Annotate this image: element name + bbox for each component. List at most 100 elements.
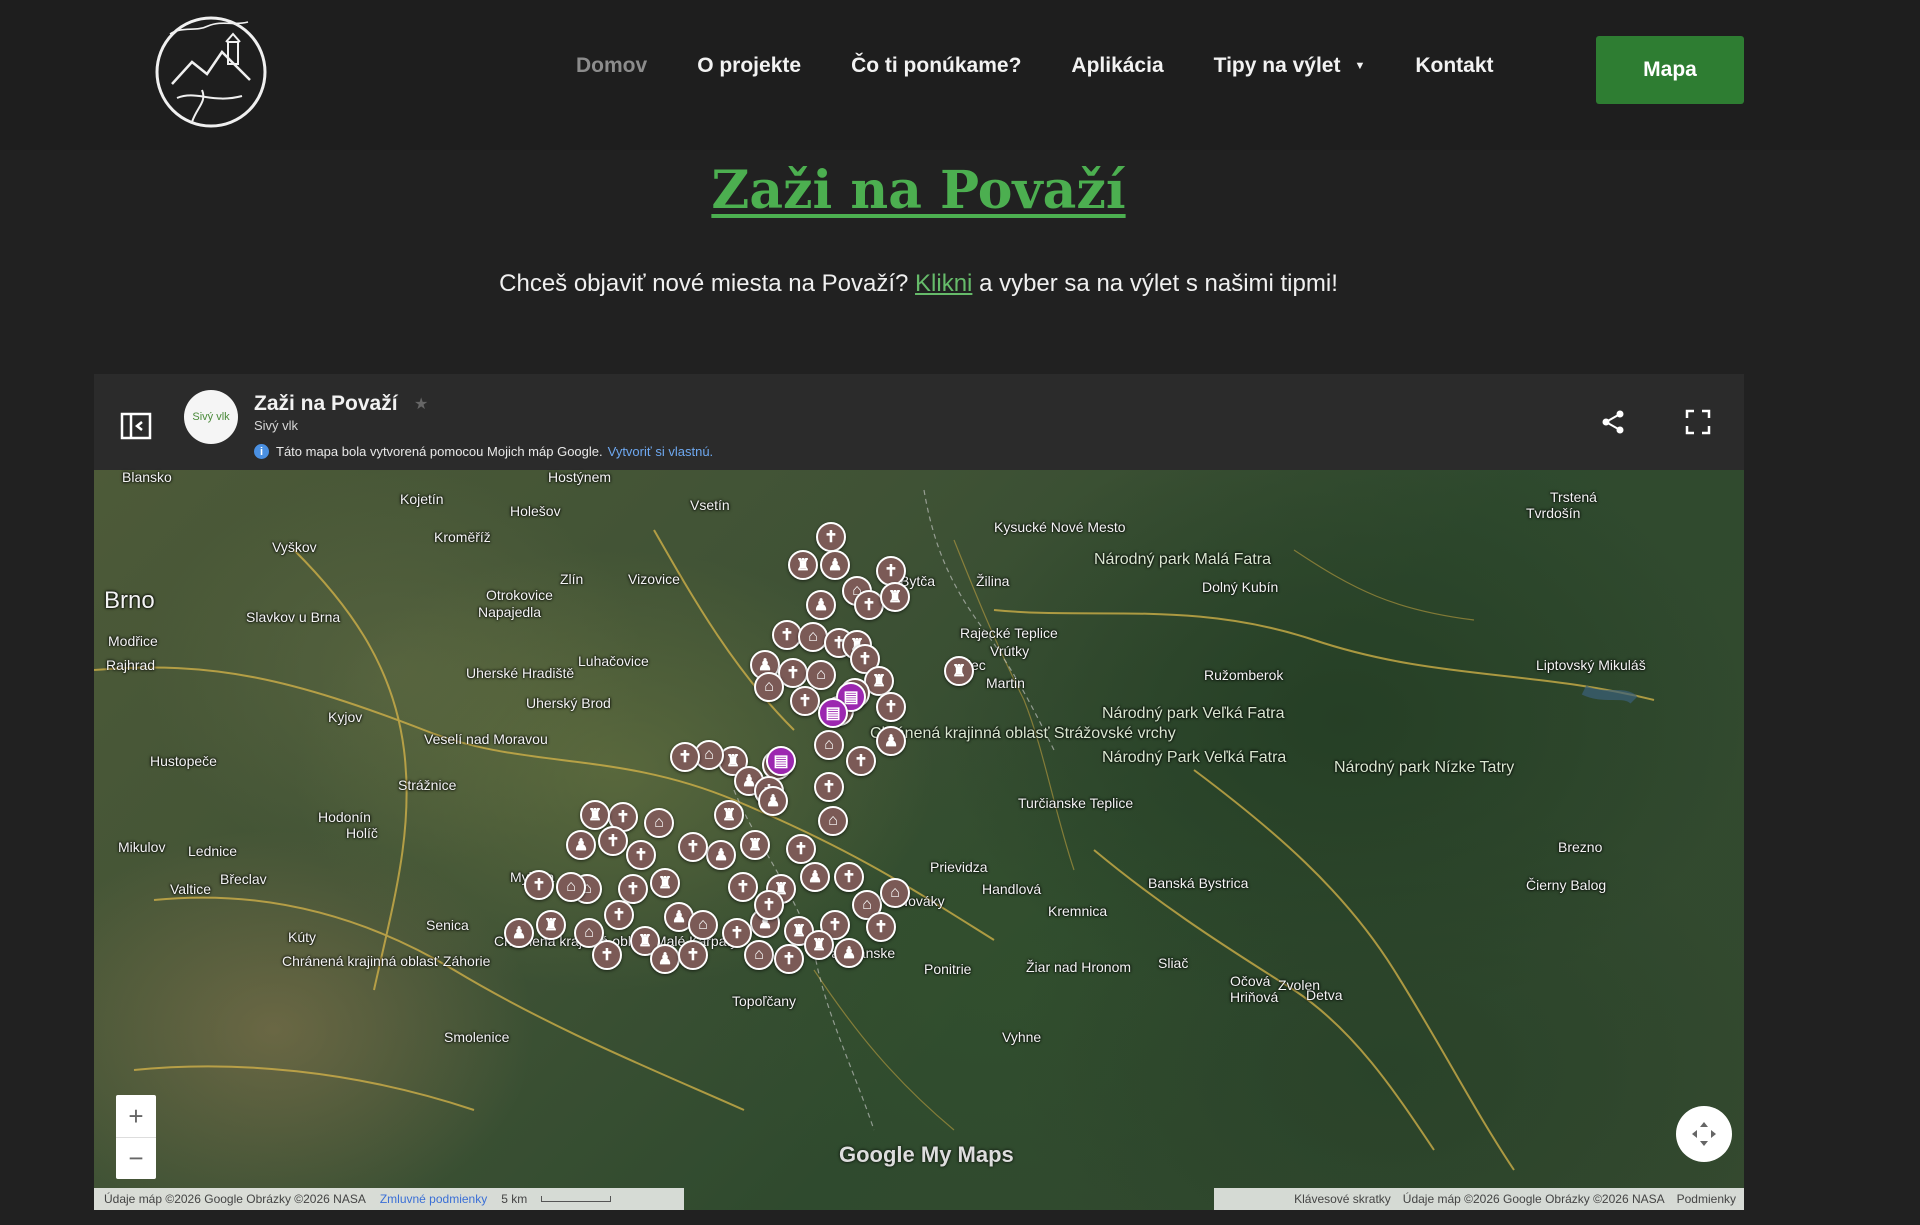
place-label: Handlová: [982, 881, 1042, 897]
nav-item-co-ti-ponukame[interactable]: Čo ti ponúkame?: [851, 54, 1021, 78]
poi-marker[interactable]: ✝: [678, 832, 708, 862]
embed-map-title[interactable]: Zaži na Považí: [254, 392, 398, 416]
place-label: Čierny Balog: [1526, 877, 1607, 893]
satellite-map[interactable]: Blansko Kojetín Holešov Hostýnem Vsetín Trste…: [94, 470, 1744, 1210]
nav-item-aplikacia[interactable]: Aplikácia: [1071, 54, 1163, 78]
poi-marker[interactable]: ♟: [504, 918, 534, 948]
poi-marker[interactable]: ✝: [814, 772, 844, 802]
poi-marker[interactable]: ♟: [834, 938, 864, 968]
poi-marker[interactable]: ♟: [758, 786, 788, 816]
poi-marker[interactable]: ♟: [876, 726, 906, 756]
site-header: Domov O projekte Čo ti ponúkame? Aplikác…: [0, 0, 1920, 150]
poi-marker[interactable]: ⌂: [644, 808, 674, 838]
place-label: Uherské Hradiště: [466, 665, 575, 681]
poi-marker[interactable]: ✝: [754, 890, 784, 920]
nav-item-o-projekte[interactable]: O projekte: [697, 54, 801, 78]
place-label: Sliač: [1158, 955, 1189, 971]
nav-item-domov[interactable]: Domov: [576, 54, 647, 78]
poi-marker[interactable]: ✝: [846, 746, 876, 776]
poi-marker[interactable]: ✝: [678, 940, 708, 970]
poi-marker[interactable]: ⌂: [744, 940, 774, 970]
poi-marker[interactable]: ⌂: [754, 672, 784, 702]
place-label: Chránená krajinná oblasť Strážovské vrch…: [870, 725, 1176, 742]
poi-marker[interactable]: ♟: [706, 840, 736, 870]
place-label: Chránená krajinná oblasť Záhorie: [282, 953, 491, 969]
poi-marker[interactable]: ♜: [650, 868, 680, 898]
star-icon[interactable]: ★: [414, 394, 428, 414]
poi-marker[interactable]: ♜: [944, 656, 974, 686]
poi-marker[interactable]: ✝: [524, 870, 554, 900]
poi-marker[interactable]: ✝: [598, 826, 628, 856]
embed-map-author: Sivý vlk: [254, 418, 299, 433]
recenter-button[interactable]: [1676, 1106, 1732, 1162]
poi-marker[interactable]: ✝: [670, 742, 700, 772]
terms-link[interactable]: Zmluvné podmienky: [380, 1192, 487, 1206]
poi-marker[interactable]: ♜: [880, 582, 910, 612]
poi-marker[interactable]: ✝: [786, 834, 816, 864]
fullscreen-icon[interactable]: [1684, 408, 1712, 436]
poi-marker[interactable]: ♟: [800, 862, 830, 892]
map-owner-avatar[interactable]: Sivý vlk: [184, 390, 238, 444]
page-title[interactable]: Zaži na Považí: [0, 160, 1837, 221]
poi-marker[interactable]: ✝: [866, 912, 896, 942]
share-icon[interactable]: [1599, 408, 1627, 436]
klikni-link[interactable]: Klikni: [915, 270, 972, 297]
poi-marker[interactable]: ✝: [626, 840, 656, 870]
place-label: Ponitrie: [924, 961, 972, 977]
poi-marker[interactable]: ✝: [592, 940, 622, 970]
place-label: Očová: [1230, 973, 1271, 989]
poi-marker[interactable]: ♜: [788, 550, 818, 580]
poi-marker[interactable]: ♜: [714, 800, 744, 830]
sidebar-toggle-icon[interactable]: [120, 412, 152, 440]
keyboard-shortcuts-link[interactable]: Klávesové skratky: [1294, 1192, 1391, 1206]
place-label: Martin: [986, 675, 1025, 691]
poi-marker[interactable]: ♟: [806, 590, 836, 620]
place-label: Vyhne: [1002, 1029, 1042, 1045]
zoom-out-button[interactable]: −: [116, 1137, 156, 1179]
subtitle-text-after: a vyber sa na výlet s našimi tipmi!: [979, 270, 1338, 297]
place-label: Lednice: [188, 843, 238, 859]
create-own-map-link[interactable]: Vytvoriť si vlastnú.: [608, 444, 714, 459]
place-label: Turčianske Teplice: [1018, 795, 1134, 811]
poi-marker[interactable]: ✝: [774, 944, 804, 974]
place-label: Hriňová: [1230, 989, 1279, 1005]
poi-marker[interactable]: ♟: [566, 830, 596, 860]
poi-marker[interactable]: ⌂: [880, 878, 910, 908]
poi-marker[interactable]: ✝: [816, 522, 846, 552]
poi-marker[interactable]: ✝: [790, 686, 820, 716]
mapa-button[interactable]: Mapa: [1596, 36, 1744, 104]
poi-marker[interactable]: ✝: [834, 862, 864, 892]
site-logo[interactable]: [152, 12, 270, 130]
nav-item-tipy-na-vylet[interactable]: Tipy na výlet ▼: [1214, 54, 1366, 78]
poi-marker[interactable]: ♜: [804, 930, 834, 960]
zoom-in-button[interactable]: +: [116, 1095, 156, 1137]
poi-marker[interactable]: ✝: [728, 872, 758, 902]
zoom-controls: + −: [116, 1095, 156, 1179]
poi-marker[interactable]: ⌂: [556, 872, 586, 902]
nav-item-kontakt[interactable]: Kontakt: [1415, 54, 1493, 78]
place-label: Modřice: [108, 633, 158, 649]
place-label: Zlín: [560, 571, 584, 587]
poi-marker[interactable]: ♟: [820, 550, 850, 580]
place-label: Brno: [104, 587, 155, 614]
poi-marker[interactable]: ✝: [604, 900, 634, 930]
place-label: Hostýnem: [548, 469, 612, 485]
place-label: Mikulov: [118, 839, 166, 855]
poi-marker-purple[interactable]: ▤: [766, 746, 796, 776]
terms-link-right[interactable]: Podmienky: [1677, 1192, 1736, 1206]
poi-marker[interactable]: ⌂: [818, 806, 848, 836]
place-label: Veselí nad Moravou: [424, 731, 548, 747]
scale-label: 5 km: [501, 1192, 528, 1206]
poi-marker-purple[interactable]: ▤: [818, 698, 848, 728]
recenter-icon: [1692, 1122, 1716, 1146]
poi-marker[interactable]: ♟: [650, 944, 680, 974]
poi-marker[interactable]: ♜: [740, 830, 770, 860]
place-label: Kremnica: [1048, 903, 1108, 919]
poi-marker[interactable]: ⌂: [814, 730, 844, 760]
poi-marker[interactable]: ♜: [580, 800, 610, 830]
poi-marker[interactable]: ⌂: [806, 660, 836, 690]
poi-marker[interactable]: ⌂: [798, 622, 828, 652]
poi-marker[interactable]: ⌂: [688, 910, 718, 940]
poi-marker[interactable]: ♜: [536, 910, 566, 940]
poi-marker[interactable]: ✝: [876, 692, 906, 722]
